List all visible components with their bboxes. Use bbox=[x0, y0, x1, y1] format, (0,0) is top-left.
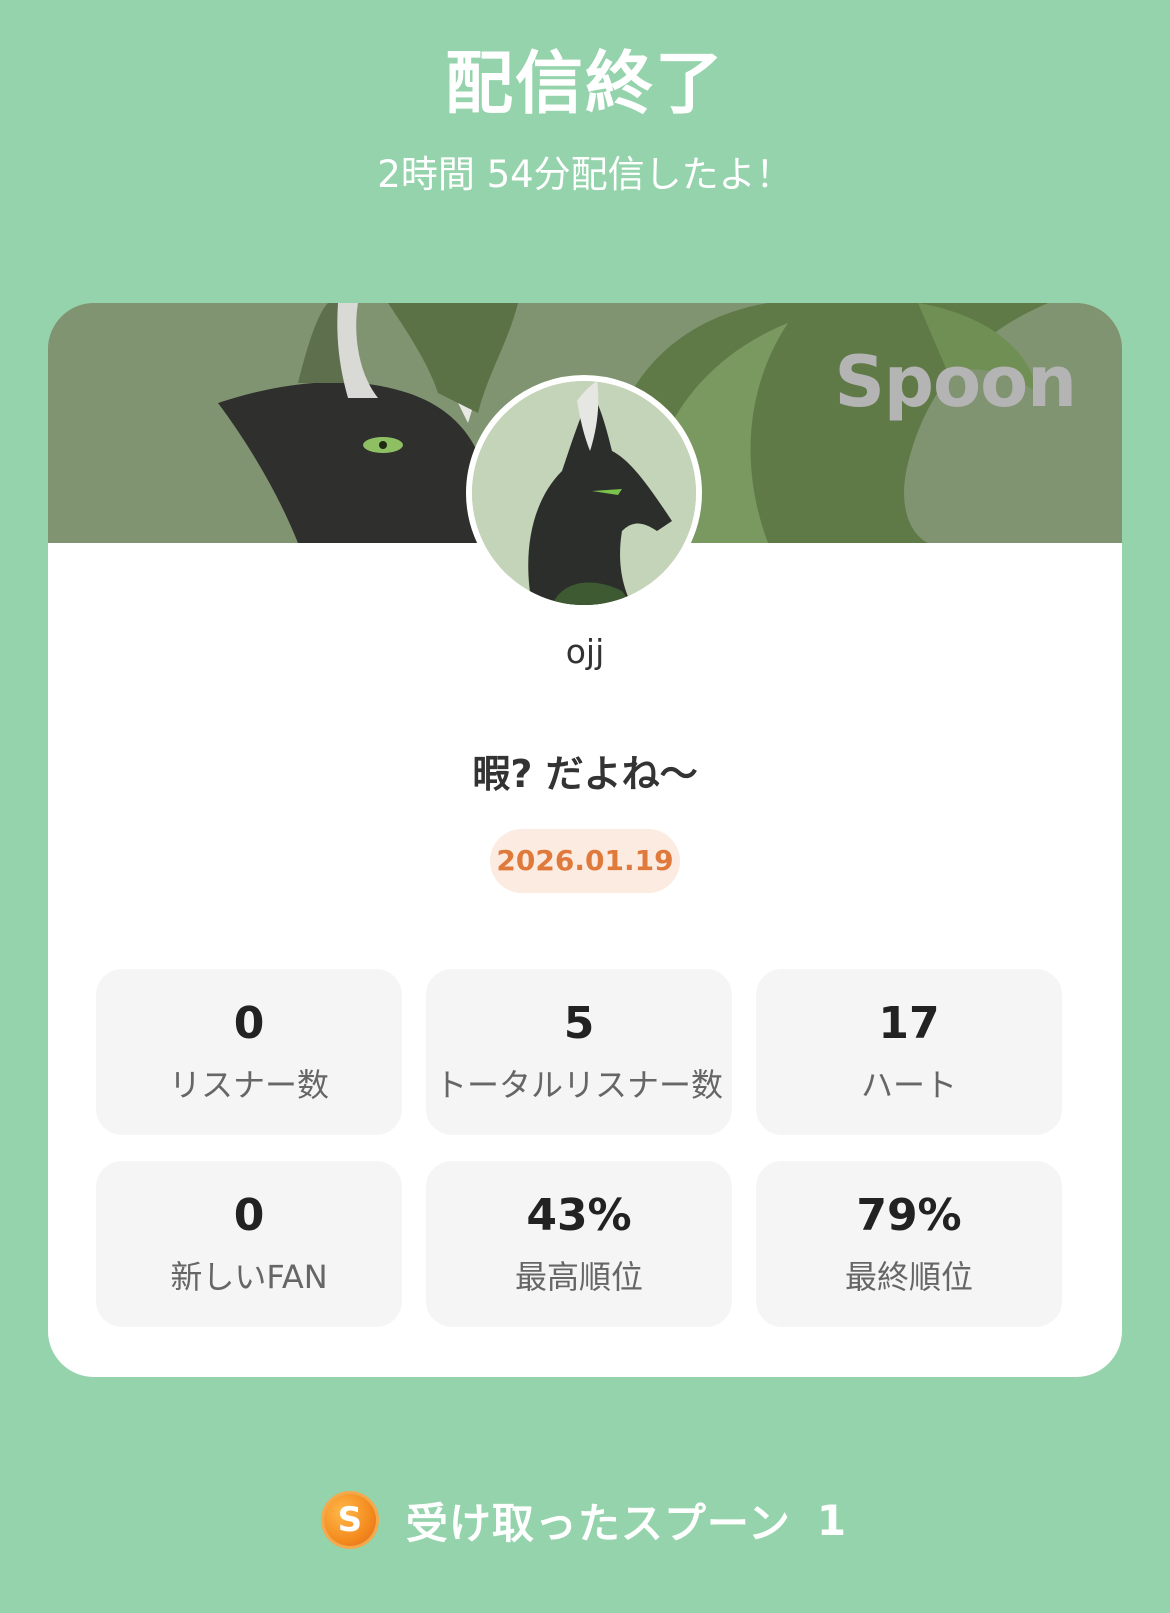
received-spoons-label: 受け取ったスプーン bbox=[405, 1498, 791, 1548]
stat-value: 0 bbox=[233, 1190, 265, 1241]
stat-label: 最高順位 bbox=[514, 1258, 643, 1296]
stat-final-rank: 79% 最終順位 bbox=[756, 1161, 1062, 1327]
date-badge: 2026.01.19 bbox=[490, 829, 680, 893]
stats-grid: 0 リスナー数 5 トータルリスナー数 17 ハート 0 新しいFAN 43% … bbox=[96, 969, 1062, 1327]
stat-hearts: 17 ハート bbox=[756, 969, 1062, 1135]
stat-label: リスナー数 bbox=[168, 1066, 329, 1104]
stat-value: 0 bbox=[233, 998, 265, 1049]
wolf-avatar-icon bbox=[472, 381, 696, 605]
broadcast-duration: 2時間 54分配信したよ！ bbox=[377, 153, 793, 196]
stat-total-listeners: 5 トータルリスナー数 bbox=[426, 969, 732, 1135]
stat-value: 43% bbox=[526, 1190, 632, 1241]
stat-label: ハート bbox=[860, 1066, 957, 1104]
stat-label: 最終順位 bbox=[844, 1258, 973, 1296]
avatar[interactable] bbox=[466, 375, 702, 611]
stat-label: トータルリスナー数 bbox=[434, 1066, 723, 1104]
stat-label: 新しいFAN bbox=[170, 1258, 328, 1296]
stat-new-fans: 0 新しいFAN bbox=[96, 1161, 402, 1327]
username: ojj bbox=[565, 632, 605, 671]
stat-listeners: 0 リスナー数 bbox=[96, 969, 402, 1135]
stream-title: 暇? だよね〜 bbox=[472, 752, 698, 796]
spoon-logo: Spoon bbox=[834, 341, 1077, 423]
stat-highest-rank: 43% 最高順位 bbox=[426, 1161, 732, 1327]
stat-value: 5 bbox=[563, 998, 595, 1049]
stat-value: 17 bbox=[878, 998, 940, 1049]
broadcast-summary-card: Spoon ojj 暇? だよね〜 2026.01.19 0 リスナー数 5 ト… bbox=[48, 303, 1122, 1377]
page-title: 配信終了 bbox=[444, 45, 725, 124]
spoon-coin-icon: S bbox=[323, 1494, 376, 1546]
received-spoons-count: 1 bbox=[816, 1495, 847, 1545]
stat-value: 79% bbox=[856, 1190, 962, 1241]
received-spoons: S 受け取ったスプーン 1 bbox=[0, 1488, 1170, 1552]
